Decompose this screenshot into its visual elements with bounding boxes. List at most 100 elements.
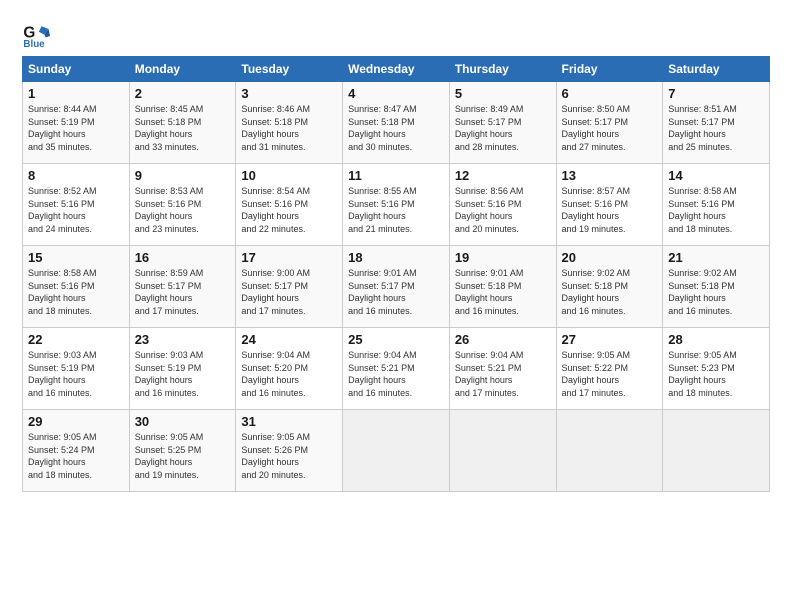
calendar-cell: 4 Sunrise: 8:47 AMSunset: 5:18 PMDaylight… <box>343 82 450 164</box>
day-info: Sunrise: 8:47 AMSunset: 5:18 PMDaylight … <box>348 104 417 152</box>
col-tuesday: Tuesday <box>236 57 343 82</box>
day-number: 30 <box>135 414 231 429</box>
col-saturday: Saturday <box>663 57 770 82</box>
day-number: 28 <box>668 332 764 347</box>
day-info: Sunrise: 8:57 AMSunset: 5:16 PMDaylight … <box>562 186 631 234</box>
calendar-cell: 26Sunrise: 9:04 AMSunset: 5:21 PMDayligh… <box>449 328 556 410</box>
day-number: 3 <box>241 86 337 101</box>
day-number: 22 <box>28 332 124 347</box>
calendar-cell: 5 Sunrise: 8:49 AMSunset: 5:17 PMDaylight… <box>449 82 556 164</box>
day-info: Sunrise: 8:45 AMSunset: 5:18 PMDaylight … <box>135 104 204 152</box>
day-info: Sunrise: 9:05 AMSunset: 5:22 PMDaylight … <box>562 350 631 398</box>
calendar-cell: 25Sunrise: 9:04 AMSunset: 5:21 PMDayligh… <box>343 328 450 410</box>
calendar-cell: 10 Sunrise: 8:54 AMSunset: 5:16 PMDayligh… <box>236 164 343 246</box>
day-info: Sunrise: 9:04 AMSunset: 5:21 PMDaylight … <box>348 350 417 398</box>
calendar-cell: 21Sunrise: 9:02 AMSunset: 5:18 PMDayligh… <box>663 246 770 328</box>
day-number: 17 <box>241 250 337 265</box>
logo-icon: G Blue <box>22 22 50 50</box>
day-info: Sunrise: 8:56 AMSunset: 5:16 PMDaylight … <box>455 186 524 234</box>
day-number: 16 <box>135 250 231 265</box>
day-info: Sunrise: 9:05 AMSunset: 5:23 PMDaylight … <box>668 350 737 398</box>
day-number: 12 <box>455 168 551 183</box>
day-number: 14 <box>668 168 764 183</box>
day-number: 13 <box>562 168 658 183</box>
day-info: Sunrise: 8:58 AMSunset: 5:16 PMDaylight … <box>668 186 737 234</box>
day-info: Sunrise: 8:44 AMSunset: 5:19 PMDaylight … <box>28 104 97 152</box>
calendar-cell: 16 Sunrise: 8:59 AMSunset: 5:17 PMDayligh… <box>129 246 236 328</box>
day-info: Sunrise: 9:02 AMSunset: 5:18 PMDaylight … <box>562 268 631 316</box>
calendar-cell: 3 Sunrise: 8:46 AMSunset: 5:18 PMDaylight… <box>236 82 343 164</box>
col-thursday: Thursday <box>449 57 556 82</box>
calendar-cell: 6 Sunrise: 8:50 AMSunset: 5:17 PMDaylight… <box>556 82 663 164</box>
calendar-week-row: 22 Sunrise: 9:03 AMSunset: 5:19 PMDayligh… <box>23 328 770 410</box>
day-number: 15 <box>28 250 124 265</box>
day-info: Sunrise: 9:05 AMSunset: 5:25 PMDaylight … <box>135 432 204 480</box>
calendar-week-row: 8Sunrise: 8:52 AMSunset: 5:16 PMDaylight… <box>23 164 770 246</box>
day-info: Sunrise: 9:03 AMSunset: 5:19 PMDaylight … <box>135 350 204 398</box>
calendar-cell: 15 Sunrise: 8:58 AMSunset: 5:16 PMDayligh… <box>23 246 130 328</box>
day-info: Sunrise: 8:54 AMSunset: 5:16 PMDaylight … <box>241 186 310 234</box>
col-wednesday: Wednesday <box>343 57 450 82</box>
day-number: 24 <box>241 332 337 347</box>
day-info: Sunrise: 9:03 AMSunset: 5:19 PMDaylight … <box>28 350 97 398</box>
day-info: Sunrise: 8:51 AMSunset: 5:17 PMDaylight … <box>668 104 737 152</box>
col-friday: Friday <box>556 57 663 82</box>
col-sunday: Sunday <box>23 57 130 82</box>
day-info: Sunrise: 8:53 AMSunset: 5:16 PMDaylight … <box>135 186 204 234</box>
day-info: Sunrise: 8:46 AMSunset: 5:18 PMDaylight … <box>241 104 310 152</box>
calendar-body: 1 Sunrise: 8:44 AMSunset: 5:19 PMDaylight… <box>23 82 770 492</box>
calendar-cell: 11 Sunrise: 8:55 AMSunset: 5:16 PMDayligh… <box>343 164 450 246</box>
header: G Blue <box>22 18 770 50</box>
calendar-cell <box>556 410 663 492</box>
calendar-cell: 2Sunrise: 8:45 AMSunset: 5:18 PMDaylight… <box>129 82 236 164</box>
calendar-cell: 1 Sunrise: 8:44 AMSunset: 5:19 PMDaylight… <box>23 82 130 164</box>
day-number: 10 <box>241 168 337 183</box>
calendar-cell: 8Sunrise: 8:52 AMSunset: 5:16 PMDaylight… <box>23 164 130 246</box>
calendar-cell: 19 Sunrise: 9:01 AMSunset: 5:18 PMDayligh… <box>449 246 556 328</box>
day-info: Sunrise: 9:05 AMSunset: 5:24 PMDaylight … <box>28 432 97 480</box>
calendar-cell: 28 Sunrise: 9:05 AMSunset: 5:23 PMDayligh… <box>663 328 770 410</box>
day-info: Sunrise: 9:00 AMSunset: 5:17 PMDaylight … <box>241 268 310 316</box>
calendar-cell: 13 Sunrise: 8:57 AMSunset: 5:16 PMDayligh… <box>556 164 663 246</box>
day-info: Sunrise: 8:49 AMSunset: 5:17 PMDaylight … <box>455 104 524 152</box>
calendar-week-row: 1 Sunrise: 8:44 AMSunset: 5:19 PMDaylight… <box>23 82 770 164</box>
calendar-cell: 14 Sunrise: 8:58 AMSunset: 5:16 PMDayligh… <box>663 164 770 246</box>
day-number: 4 <box>348 86 444 101</box>
day-number: 1 <box>28 86 124 101</box>
calendar-cell: 23Sunrise: 9:03 AMSunset: 5:19 PMDayligh… <box>129 328 236 410</box>
col-monday: Monday <box>129 57 236 82</box>
day-number: 20 <box>562 250 658 265</box>
calendar-cell: 24Sunrise: 9:04 AMSunset: 5:20 PMDayligh… <box>236 328 343 410</box>
calendar-table: Sunday Monday Tuesday Wednesday Thursday… <box>22 56 770 492</box>
day-info: Sunrise: 8:50 AMSunset: 5:17 PMDaylight … <box>562 104 631 152</box>
calendar-cell: 27Sunrise: 9:05 AMSunset: 5:22 PMDayligh… <box>556 328 663 410</box>
day-number: 29 <box>28 414 124 429</box>
day-number: 5 <box>455 86 551 101</box>
day-number: 8 <box>28 168 124 183</box>
svg-text:Blue: Blue <box>23 39 45 50</box>
day-info: Sunrise: 9:05 AMSunset: 5:26 PMDaylight … <box>241 432 310 480</box>
day-info: Sunrise: 9:01 AMSunset: 5:18 PMDaylight … <box>455 268 524 316</box>
day-info: Sunrise: 9:01 AMSunset: 5:17 PMDaylight … <box>348 268 417 316</box>
day-number: 11 <box>348 168 444 183</box>
calendar-cell: 17 Sunrise: 9:00 AMSunset: 5:17 PMDayligh… <box>236 246 343 328</box>
calendar-week-row: 29 Sunrise: 9:05 AMSunset: 5:24 PMDayligh… <box>23 410 770 492</box>
calendar-cell: 7Sunrise: 8:51 AMSunset: 5:17 PMDaylight… <box>663 82 770 164</box>
day-info: Sunrise: 8:59 AMSunset: 5:17 PMDaylight … <box>135 268 204 316</box>
calendar-cell: 9 Sunrise: 8:53 AMSunset: 5:16 PMDaylight… <box>129 164 236 246</box>
day-number: 9 <box>135 168 231 183</box>
calendar-cell: 29 Sunrise: 9:05 AMSunset: 5:24 PMDayligh… <box>23 410 130 492</box>
calendar-cell: 22 Sunrise: 9:03 AMSunset: 5:19 PMDayligh… <box>23 328 130 410</box>
calendar-cell: 31Sunrise: 9:05 AMSunset: 5:26 PMDayligh… <box>236 410 343 492</box>
calendar-cell <box>663 410 770 492</box>
day-info: Sunrise: 8:58 AMSunset: 5:16 PMDaylight … <box>28 268 97 316</box>
calendar-cell: 30 Sunrise: 9:05 AMSunset: 5:25 PMDayligh… <box>129 410 236 492</box>
calendar-cell <box>343 410 450 492</box>
day-info: Sunrise: 8:55 AMSunset: 5:16 PMDaylight … <box>348 186 417 234</box>
weekday-header-row: Sunday Monday Tuesday Wednesday Thursday… <box>23 57 770 82</box>
day-number: 19 <box>455 250 551 265</box>
day-number: 6 <box>562 86 658 101</box>
calendar-cell: 12 Sunrise: 8:56 AMSunset: 5:16 PMDayligh… <box>449 164 556 246</box>
calendar-page: G Blue Sunday Monday Tuesday Wednesday T… <box>0 0 792 612</box>
logo: G Blue <box>22 22 52 50</box>
